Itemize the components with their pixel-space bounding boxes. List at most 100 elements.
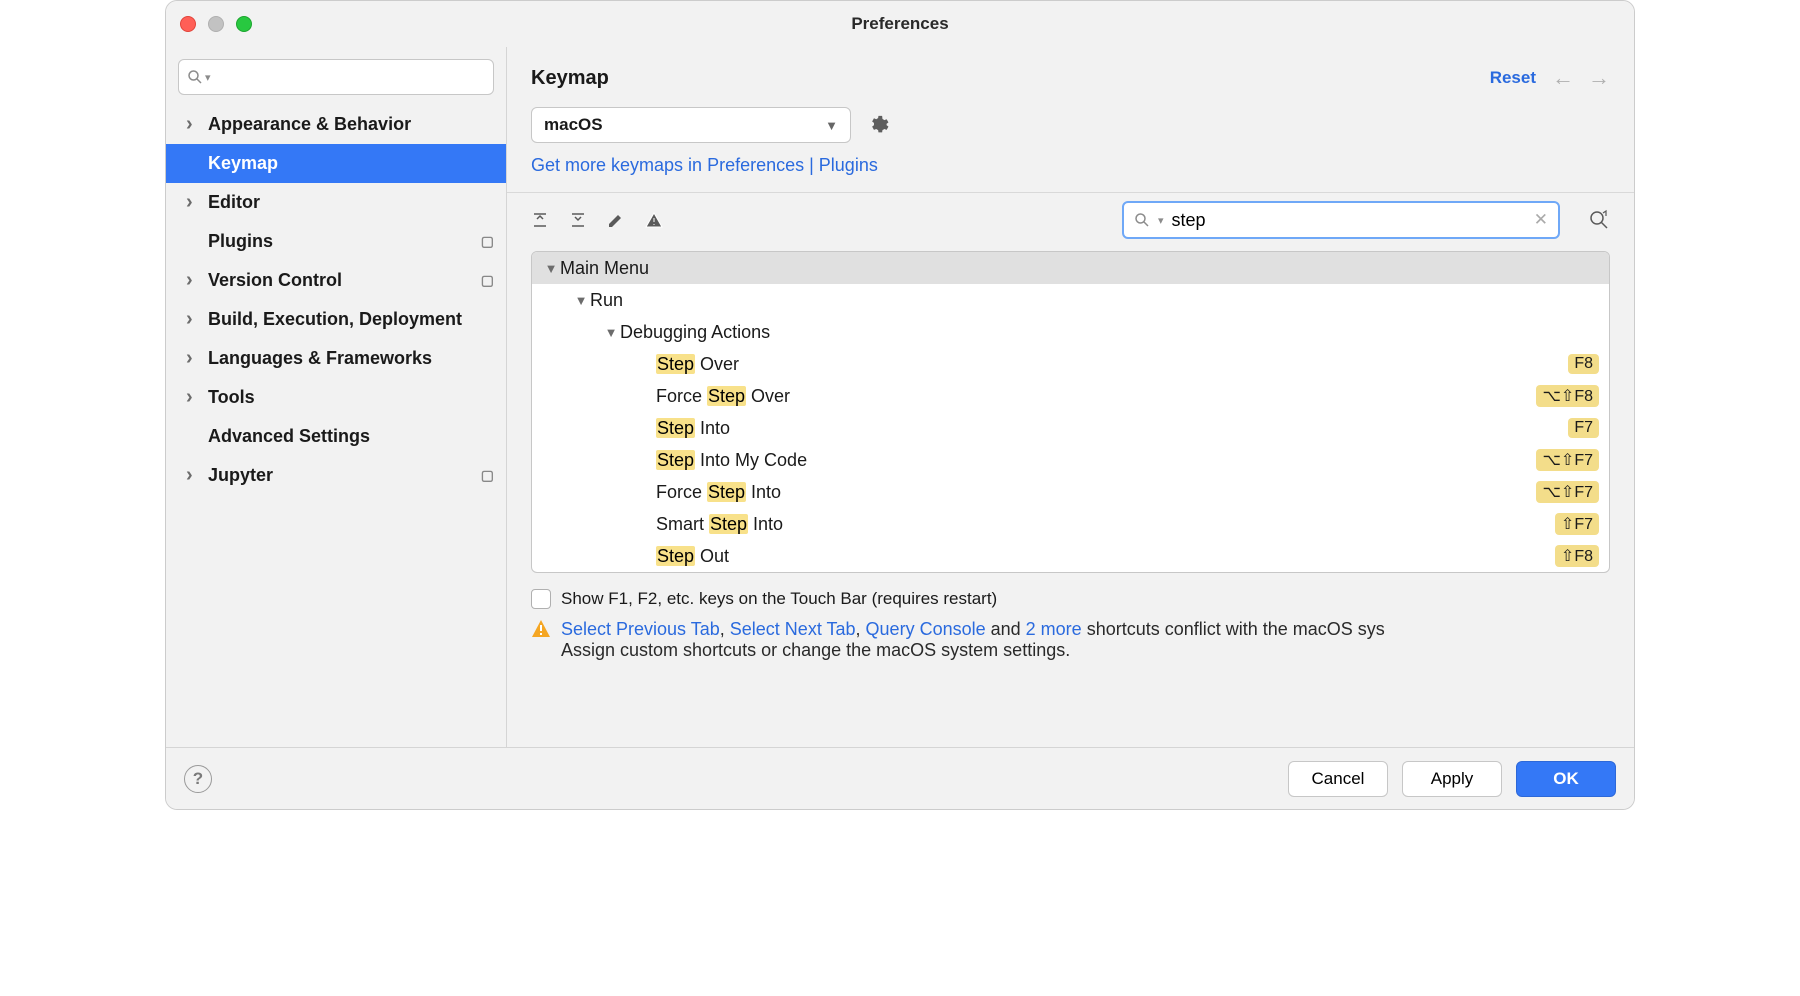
touchbar-option: Show F1, F2, etc. keys on the Touch Bar … [507, 583, 1634, 619]
titlebar: Preferences [166, 1, 1634, 47]
sidebar-item-label: Appearance & Behavior [208, 114, 494, 135]
chevron-right-icon: › [186, 464, 202, 487]
edit-icon[interactable] [607, 211, 625, 229]
sidebar-item-jupyter[interactable]: › Jupyter ▢ [166, 456, 506, 495]
conflict-link[interactable]: Select Previous Tab [561, 619, 720, 639]
sidebar-item-label: Plugins [208, 231, 475, 252]
tool-icons [531, 211, 663, 229]
sidebar-item-keymap[interactable]: Keymap [166, 144, 506, 183]
sidebar: ▾ ›Appearance & BehaviorKeymap›EditorPlu… [166, 47, 507, 747]
sidebar-item-tools[interactable]: › Tools [166, 378, 506, 417]
touchbar-label: Show F1, F2, etc. keys on the Touch Bar … [561, 589, 997, 609]
keymap-top: macOS ▼ Get more keymaps in Preferences … [507, 107, 1634, 192]
chevron-down-icon: ▼ [542, 261, 560, 276]
tree-node-debugging-actions[interactable]: ▼ Debugging Actions [532, 316, 1609, 348]
cancel-button[interactable]: Cancel [1288, 761, 1388, 797]
sidebar-item-appearance-behavior[interactable]: ›Appearance & Behavior [166, 105, 506, 144]
page-title: Keymap [531, 67, 1490, 90]
shortcut-badge: ⇧F8 [1555, 545, 1599, 567]
main-header: Keymap Reset ← → [507, 47, 1634, 107]
conflict-link[interactable]: 2 more [1026, 619, 1082, 639]
highlight: Step [656, 418, 695, 438]
ok-button[interactable]: OK [1516, 761, 1616, 797]
highlight: Step [709, 514, 748, 534]
sidebar-item-label: Version Control [208, 270, 475, 291]
body: ▾ ›Appearance & BehaviorKeymap›EditorPlu… [166, 47, 1634, 747]
action-search[interactable]: ▾ ✕ [1122, 201, 1560, 239]
warning-icon[interactable] [645, 211, 663, 229]
preferences-window: Preferences ▾ ›Appearance & BehaviorKeym… [165, 0, 1635, 810]
sidebar-search[interactable]: ▾ [178, 59, 494, 95]
clear-icon[interactable]: ✕ [1534, 210, 1548, 230]
tree-action-row[interactable]: Force Step Over⌥⇧F8 [532, 380, 1609, 412]
tree-action-row[interactable]: Step IntoF7 [532, 412, 1609, 444]
action-label: Force Step Over [656, 386, 1536, 407]
shortcut-badge: ⇧F7 [1555, 513, 1599, 535]
tree-node-main-menu[interactable]: ▼ Main Menu [532, 252, 1609, 284]
expand-all-icon[interactable] [531, 211, 549, 229]
sidebar-item-languages-frameworks[interactable]: › Languages & Frameworks [166, 339, 506, 378]
project-level-icon: ▢ [481, 233, 494, 250]
main-panel: Keymap Reset ← → macOS ▼ Get mor [507, 47, 1634, 747]
highlight: Step [707, 386, 746, 406]
back-arrow-icon[interactable]: ← [1552, 65, 1574, 91]
forward-arrow-icon[interactable]: → [1588, 65, 1610, 91]
sidebar-item-label: Languages & Frameworks [208, 348, 494, 369]
tree-action-row[interactable]: Step Into My Code⌥⇧F7 [532, 444, 1609, 476]
reset-link[interactable]: Reset [1490, 68, 1536, 88]
action-toolbar: ▾ ✕ [507, 192, 1634, 247]
tree-node-run[interactable]: ▼ Run [532, 284, 1609, 316]
touchbar-checkbox[interactable] [531, 589, 551, 609]
find-by-shortcut-icon[interactable] [1588, 209, 1610, 231]
keymap-dropdown[interactable]: macOS ▼ [531, 107, 851, 143]
sidebar-search-input[interactable] [217, 68, 485, 86]
action-label: Step Out [656, 546, 1555, 567]
tree-action-row[interactable]: Force Step Into⌥⇧F7 [532, 476, 1609, 508]
chevron-down-icon: ▾ [205, 71, 211, 84]
sidebar-item-label: Jupyter [208, 465, 475, 486]
chevron-down-icon: ▼ [825, 118, 838, 133]
chevron-right-icon: › [186, 269, 202, 292]
conflict-link[interactable]: Select Next Tab [730, 619, 856, 639]
sidebar-item-label: Editor [208, 192, 494, 213]
window-title: Preferences [166, 14, 1634, 34]
highlight: Step [656, 354, 695, 374]
tree-label: Main Menu [560, 258, 1599, 279]
tree-action-row[interactable]: Smart Step Into⇧F7 [532, 508, 1609, 540]
action-search-input[interactable] [1172, 210, 1526, 231]
shortcut-badge: F8 [1568, 354, 1599, 374]
sidebar-item-label: Tools [208, 387, 494, 408]
get-more-keymaps-link[interactable]: Get more keymaps in Preferences | Plugin… [531, 155, 878, 176]
conflict-text: Select Previous Tab, Select Next Tab, Qu… [561, 619, 1385, 661]
action-label: Smart Step Into [656, 514, 1555, 535]
project-level-icon: ▢ [481, 467, 494, 484]
sidebar-list: ›Appearance & BehaviorKeymap›EditorPlugi… [166, 105, 506, 747]
tree-action-row[interactable]: Step Out⇧F8 [532, 540, 1609, 572]
sidebar-item-advanced-settings[interactable]: Advanced Settings [166, 417, 506, 456]
gear-icon[interactable] [867, 114, 889, 136]
sidebar-item-version-control[interactable]: › Version Control ▢ [166, 261, 506, 300]
shortcut-badge: ⌥⇧F7 [1536, 481, 1599, 503]
action-label: Force Step Into [656, 482, 1536, 503]
collapse-all-icon[interactable] [569, 211, 587, 229]
search-icon [187, 69, 203, 85]
project-level-icon: ▢ [481, 272, 494, 289]
conflict-link[interactable]: Query Console [866, 619, 986, 639]
sidebar-item-label: Advanced Settings [208, 426, 494, 447]
sidebar-item-build-execution-deployment[interactable]: ›Build, Execution, Deployment [166, 300, 506, 339]
footer: ? Cancel Apply OK [166, 747, 1634, 809]
shortcut-badge: F7 [1568, 418, 1599, 438]
chevron-down-icon: ▼ [602, 325, 620, 340]
action-label: Step Into [656, 418, 1568, 439]
help-button[interactable]: ? [184, 765, 212, 793]
chevron-right-icon: › [186, 347, 202, 370]
tree-label: Run [590, 290, 1599, 311]
chevron-right-icon: › [186, 386, 202, 409]
apply-button[interactable]: Apply [1402, 761, 1502, 797]
sidebar-item-plugins[interactable]: Plugins ▢ [166, 222, 506, 261]
highlight: Step [656, 450, 695, 470]
chevron-down-icon: ▾ [1158, 214, 1164, 227]
chevron-down-icon: ▼ [572, 293, 590, 308]
tree-action-row[interactable]: Step OverF8 [532, 348, 1609, 380]
sidebar-item-editor[interactable]: ›Editor [166, 183, 506, 222]
